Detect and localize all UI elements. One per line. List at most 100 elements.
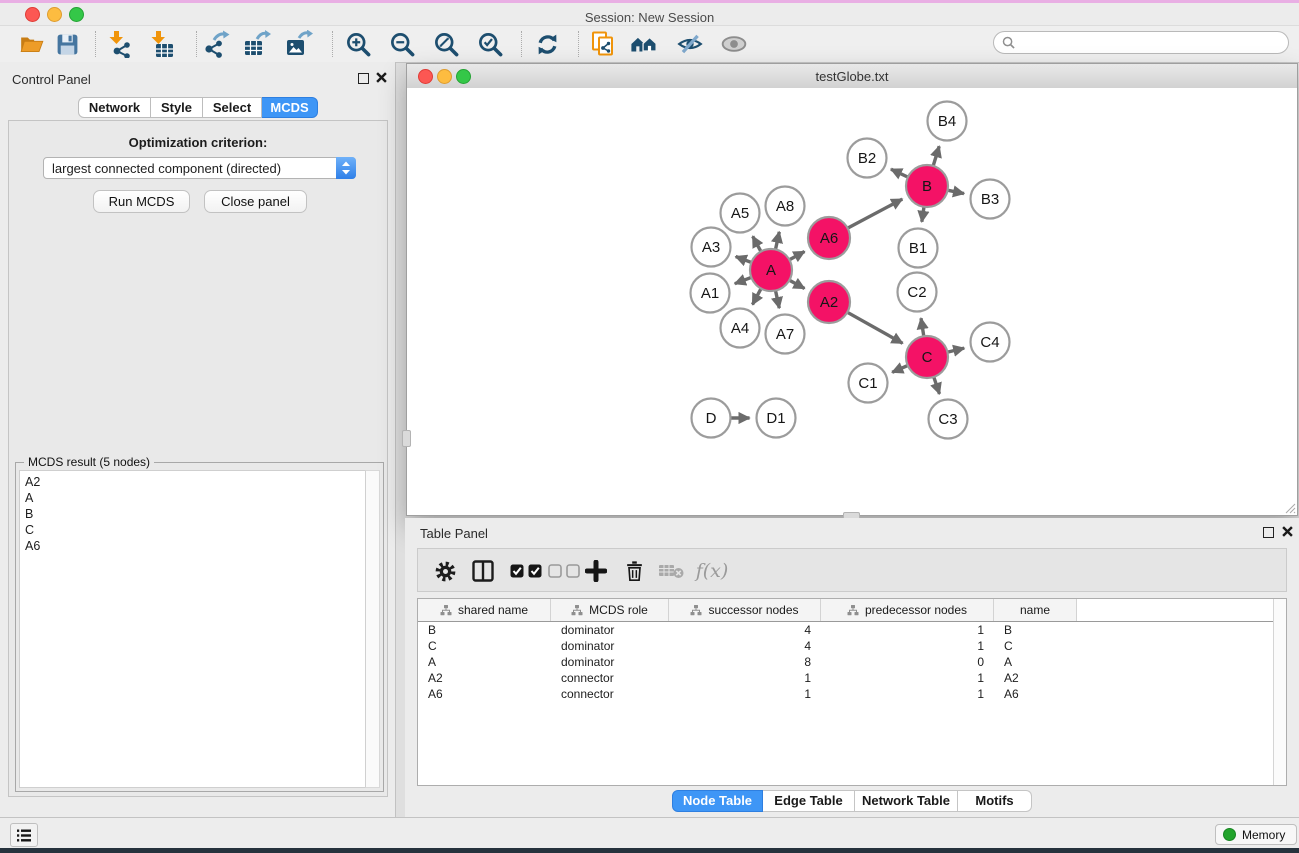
export-network-icon[interactable] xyxy=(202,30,230,58)
table-row[interactable]: A2connector11A2 xyxy=(418,670,1286,686)
graph-edge-A2-C[interactable] xyxy=(846,311,903,343)
splitter-grip-left[interactable] xyxy=(402,430,411,447)
table-scrollbar[interactable] xyxy=(1273,599,1286,785)
dropdown-value: largest connected component (directed) xyxy=(44,161,336,176)
optimization-criterion-label: Optimization criterion: xyxy=(9,135,387,150)
mcds-tab-content: Optimization criterion: largest connecte… xyxy=(8,120,388,797)
select-all-checkboxes-icon[interactable] xyxy=(506,558,546,584)
panel-list-button[interactable] xyxy=(10,823,38,847)
graph-node-A4[interactable]: A4 xyxy=(721,309,760,348)
graph-node-C[interactable]: C xyxy=(906,336,948,378)
zoom-in-icon[interactable] xyxy=(344,30,372,58)
svg-text:C4: C4 xyxy=(980,334,999,351)
table-row[interactable]: Cdominator41C xyxy=(418,638,1286,654)
graph-node-B1[interactable]: B1 xyxy=(899,229,938,268)
table-row[interactable]: Bdominator41B xyxy=(418,622,1286,638)
search-field[interactable] xyxy=(993,31,1289,54)
graph-node-A2[interactable]: A2 xyxy=(808,281,850,323)
column-layout-icon[interactable] xyxy=(470,558,496,584)
import-network-icon[interactable] xyxy=(105,30,133,58)
delete-column-icon[interactable] xyxy=(621,558,647,584)
show-graphics-details-icon[interactable] xyxy=(720,30,748,58)
search-input[interactable] xyxy=(1020,35,1288,51)
tab-select[interactable]: Select xyxy=(203,97,262,118)
zoom-out-icon[interactable] xyxy=(388,30,416,58)
hide-graphics-details-icon[interactable] xyxy=(676,30,704,58)
graph-node-C3[interactable]: C3 xyxy=(929,400,968,439)
graph-edge-A6-B[interactable] xyxy=(846,199,903,229)
table-cell: A6 xyxy=(418,687,551,701)
float-table-panel-icon[interactable] xyxy=(1263,527,1274,538)
import-table-icon[interactable] xyxy=(147,30,175,58)
close-panel-button[interactable]: Close panel xyxy=(204,190,307,213)
network-canvas[interactable]: A A1 A2 A3 A4 A5 A6 A7 A8 B B1 B2 B3B4 C C1 C2 C3 C4 D D1 xyxy=(407,88,1297,515)
tab-mcds[interactable]: MCDS xyxy=(262,97,318,118)
column-header-successor-nodes[interactable]: successor nodes xyxy=(669,599,821,621)
mcds-result-item[interactable]: A6 xyxy=(25,538,366,554)
graph-node-B3[interactable]: B3 xyxy=(971,180,1010,219)
mcds-result-item[interactable]: C xyxy=(25,522,366,538)
table-cell: 1 xyxy=(821,687,994,701)
graph-node-A6[interactable]: A6 xyxy=(808,217,850,259)
graph-node-A1[interactable]: A1 xyxy=(691,274,730,313)
tab-node-table[interactable]: Node Table xyxy=(672,790,763,812)
mcds-list-scrollbar[interactable] xyxy=(365,470,380,788)
graph-node-C2[interactable]: C2 xyxy=(898,273,937,312)
open-file-icon[interactable] xyxy=(18,30,46,58)
mcds-result-list[interactable]: A2ABCA6 xyxy=(19,470,367,788)
control-panel: Control Panel NetworkStyleSelectMCDS Opt… xyxy=(0,62,396,817)
tab-style[interactable]: Style xyxy=(151,97,203,118)
graph-node-B4[interactable]: B4 xyxy=(928,102,967,141)
zoom-selected-icon[interactable] xyxy=(476,30,504,58)
home-icon[interactable] xyxy=(630,30,658,58)
tab-motifs[interactable]: Motifs xyxy=(958,790,1032,812)
tab-network[interactable]: Network xyxy=(78,97,151,118)
delete-table-icon xyxy=(656,558,686,584)
column-header-MCDS-role[interactable]: MCDS role xyxy=(551,599,669,621)
network-window-titlebar[interactable]: testGlobe.txt xyxy=(407,64,1297,89)
node-table[interactable]: shared nameMCDS rolesuccessor nodesprede… xyxy=(417,598,1287,786)
graph-node-D1[interactable]: D1 xyxy=(757,399,796,438)
close-table-panel-icon[interactable] xyxy=(1282,526,1293,537)
memory-button[interactable]: Memory xyxy=(1215,824,1297,845)
refresh-layout-icon[interactable] xyxy=(533,30,561,58)
window-resize-grip[interactable] xyxy=(1284,502,1296,514)
optimization-criterion-dropdown[interactable]: largest connected component (directed) xyxy=(43,157,356,179)
graph-node-A7[interactable]: A7 xyxy=(766,315,805,354)
graph-node-B[interactable]: B xyxy=(906,165,948,207)
graph-node-A3[interactable]: A3 xyxy=(692,228,731,267)
table-row[interactable]: A6connector11A6 xyxy=(418,686,1286,702)
export-image-icon[interactable] xyxy=(285,30,313,58)
graph-node-C1[interactable]: C1 xyxy=(849,364,888,403)
mcds-result-item[interactable]: A2 xyxy=(25,474,366,490)
svg-text:A2: A2 xyxy=(820,294,838,311)
add-column-icon[interactable] xyxy=(583,558,609,584)
graph-node-A5[interactable]: A5 xyxy=(721,194,760,233)
column-header-shared-name[interactable]: shared name xyxy=(418,599,551,621)
mcds-result-item[interactable]: B xyxy=(25,506,366,522)
clone-network-icon[interactable] xyxy=(589,30,617,58)
control-panel-title: Control Panel xyxy=(12,72,91,87)
float-panel-icon[interactable] xyxy=(358,73,369,84)
save-session-icon[interactable] xyxy=(53,30,81,58)
svg-text:C: C xyxy=(922,349,933,366)
column-header-name[interactable]: name xyxy=(994,599,1077,621)
mcds-result-item[interactable]: A xyxy=(25,490,366,506)
graph-node-A8[interactable]: A8 xyxy=(766,187,805,226)
tab-network-table[interactable]: Network Table xyxy=(855,790,958,812)
settings-gear-icon[interactable] xyxy=(432,558,458,584)
column-header-predecessor-nodes[interactable]: predecessor nodes xyxy=(821,599,994,621)
graph-node-D[interactable]: D xyxy=(692,399,731,438)
run-mcds-button[interactable]: Run MCDS xyxy=(93,190,190,213)
network-window-title: testGlobe.txt xyxy=(407,69,1297,84)
graph-node-C4[interactable]: C4 xyxy=(971,323,1010,362)
tab-edge-table[interactable]: Edge Table xyxy=(763,790,855,812)
zoom-fit-icon[interactable] xyxy=(432,30,460,58)
table-row[interactable]: Adominator80A xyxy=(418,654,1286,670)
close-panel-icon[interactable] xyxy=(376,72,387,83)
export-table-icon[interactable] xyxy=(243,30,271,58)
graph-node-B2[interactable]: B2 xyxy=(848,139,887,178)
graph-edge-B-B4[interactable] xyxy=(933,146,940,168)
deselect-all-checkboxes-icon[interactable] xyxy=(544,558,584,584)
graph-node-A[interactable]: A xyxy=(750,249,792,291)
